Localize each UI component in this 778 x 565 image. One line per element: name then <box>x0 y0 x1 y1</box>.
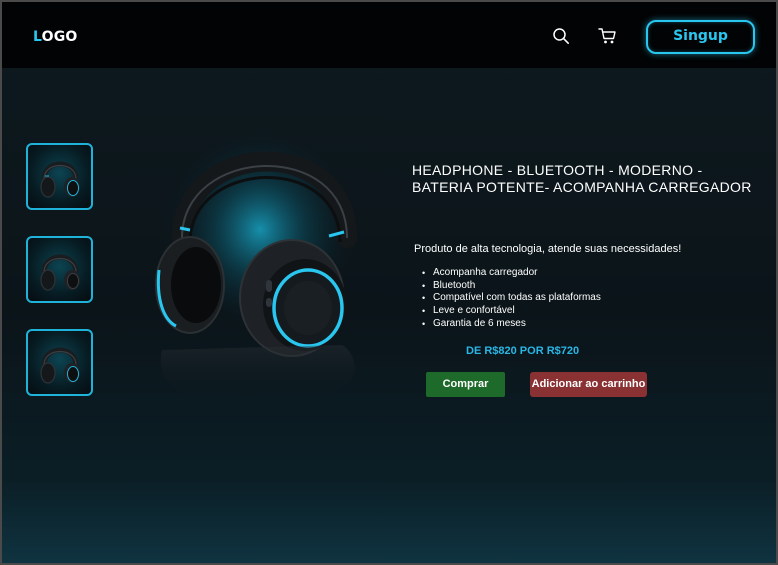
feature-item: Bluetooth <box>422 280 601 293</box>
page-frame: LOGO Singup HEADPHONE - BLUETOOTH - MODE… <box>0 0 778 565</box>
logo[interactable]: LOGO <box>33 29 78 45</box>
product-description: Produto de alta tecnologia, atende suas … <box>414 243 682 255</box>
feature-item: Compatível com todas as plataformas <box>422 292 601 305</box>
feature-item: Acompanha carregador <box>422 267 601 280</box>
search-icon[interactable] <box>552 27 570 45</box>
feature-item: Leve e confortável <box>422 305 601 318</box>
signup-button[interactable]: Singup <box>646 20 755 54</box>
price-text: DE R$820 POR R$720 <box>466 345 580 357</box>
headphone-icon <box>155 135 360 404</box>
headphone-thumb-icon <box>40 254 80 291</box>
headphone-thumb-icon <box>40 347 80 384</box>
top-navbar: LOGO Singup <box>2 2 776 68</box>
thumbnail-3[interactable] <box>26 329 93 396</box>
thumbnail-1[interactable] <box>26 143 93 210</box>
headphone-thumb-icon <box>40 161 80 198</box>
cart-icon[interactable] <box>598 27 617 45</box>
thumbnail-2[interactable] <box>26 236 93 303</box>
feature-item: Garantia de 6 meses <box>422 318 601 331</box>
feature-list: Acompanha carregador Bluetooth Compatíve… <box>422 267 601 331</box>
buy-button[interactable]: Comprar <box>426 372 505 397</box>
product-image <box>142 120 377 415</box>
product-title: HEADPHONE - BLUETOOTH - MODERNO - BATERI… <box>412 162 752 195</box>
add-to-cart-button[interactable]: Adicionar ao carrinho <box>530 372 647 397</box>
